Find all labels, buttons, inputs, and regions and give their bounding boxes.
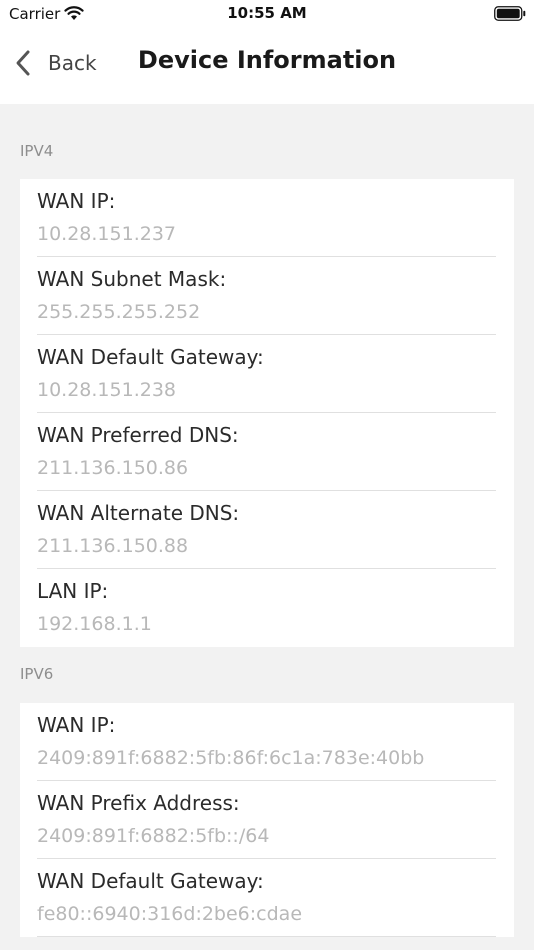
row-label: WAN IP: bbox=[37, 189, 116, 213]
row-label: WAN Prefix Address: bbox=[37, 791, 240, 815]
device-info-list: IPV4 WAN IP: 10.28.151.237 WAN Subnet Ma… bbox=[0, 104, 534, 937]
row-label: WAN Default Gateway: bbox=[37, 869, 264, 893]
row-value: 2409:891f:6882:5fb:86f:6c1a:783e:40bb bbox=[37, 747, 425, 769]
list-item: WAN Default Gateway: fe80::6940:316d:2be… bbox=[37, 859, 496, 937]
row-value: 192.168.1.1 bbox=[37, 613, 152, 635]
list-item: WAN Preferred DNS: 211.136.150.86 bbox=[37, 413, 496, 491]
ipv6-card: WAN IP: 2409:891f:6882:5fb:86f:6c1a:783e… bbox=[20, 703, 514, 937]
list-item: WAN IP: 2409:891f:6882:5fb:86f:6c1a:783e… bbox=[37, 703, 496, 781]
list-item: WAN IP: 10.28.151.237 bbox=[37, 179, 496, 257]
section-header-ipv6: IPV6 bbox=[20, 665, 54, 683]
row-value: 255.255.255.252 bbox=[37, 301, 201, 323]
ipv4-card: WAN IP: 10.28.151.237 WAN Subnet Mask: 2… bbox=[20, 179, 514, 647]
list-item: WAN Subnet Mask: 255.255.255.252 bbox=[37, 257, 496, 335]
row-value: 10.28.151.238 bbox=[37, 379, 177, 401]
row-label: WAN Alternate DNS: bbox=[37, 501, 240, 525]
row-value: 211.136.150.88 bbox=[37, 535, 189, 557]
row-value: 211.136.150.86 bbox=[37, 457, 189, 479]
battery-icon bbox=[494, 6, 526, 21]
list-item: WAN Default Gateway: 10.28.151.238 bbox=[37, 335, 496, 413]
page-title: Device Information bbox=[137, 46, 397, 74]
row-value: fe80::6940:316d:2be6:cdae bbox=[37, 903, 303, 925]
clock-time: 10:55 AM bbox=[227, 4, 307, 22]
row-label: LAN IP: bbox=[37, 579, 109, 603]
list-item: WAN Prefix Address: 2409:891f:6882:5fb::… bbox=[37, 781, 496, 859]
row-value: 10.28.151.237 bbox=[37, 223, 177, 245]
row-label: WAN Default Gateway: bbox=[37, 345, 264, 369]
row-value: 2409:891f:6882:5fb::/64 bbox=[37, 825, 270, 847]
navigation-bar: Back Device Information bbox=[0, 28, 534, 104]
list-item: WAN Alternate DNS: 211.136.150.88 bbox=[37, 491, 496, 569]
row-label: WAN Preferred DNS: bbox=[37, 423, 239, 447]
row-label: WAN IP: bbox=[37, 713, 116, 737]
status-bar: Carrier 10:55 AM bbox=[0, 0, 534, 28]
row-label: WAN Subnet Mask: bbox=[37, 267, 227, 291]
list-item: LAN IP: 192.168.1.1 bbox=[37, 569, 496, 647]
section-header-ipv4: IPV4 bbox=[20, 142, 54, 160]
